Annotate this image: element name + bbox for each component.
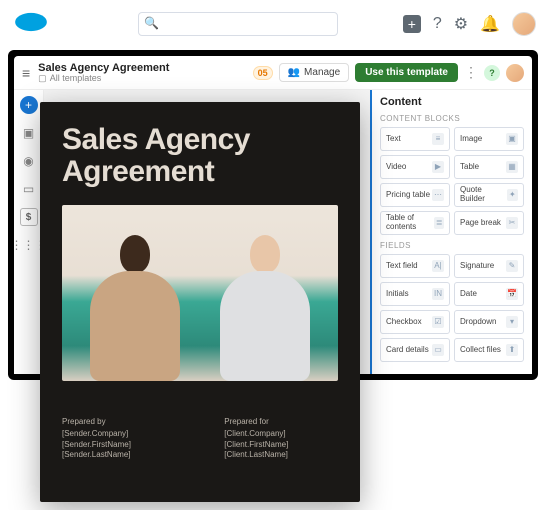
- block-icon: ▦: [506, 161, 518, 173]
- content-block[interactable]: Image ▣: [454, 127, 524, 151]
- block-icon: ✂: [506, 217, 518, 229]
- person-illustration: [80, 221, 190, 381]
- recipient-badge[interactable]: 05: [253, 66, 273, 80]
- hamburger-icon[interactable]: ≡: [22, 65, 30, 81]
- block-icon: 📅: [506, 288, 518, 300]
- user-avatar[interactable]: [512, 12, 536, 36]
- pricing-icon[interactable]: $: [20, 208, 38, 226]
- block-icon: ▭: [432, 344, 444, 356]
- breadcrumb[interactable]: ▢All templates: [38, 74, 169, 84]
- block-icon: ✦: [507, 189, 518, 201]
- content-block[interactable]: Table ▦: [454, 155, 524, 179]
- block-label: Checkbox: [386, 318, 422, 327]
- search-icon: 🔍: [144, 16, 159, 30]
- field-block[interactable]: Dropdown ▾: [454, 310, 524, 334]
- block-icon: ✎: [506, 260, 518, 272]
- document-preview: Sales Agency Agreement Prepared by [Send…: [40, 102, 360, 502]
- field-block[interactable]: Signature ✎: [454, 254, 524, 278]
- variables-icon[interactable]: ▭: [20, 180, 38, 198]
- camera-icon[interactable]: ◉: [20, 152, 38, 170]
- template-title: Sales Agency Agreement: [38, 62, 169, 74]
- block-icon: ☑: [432, 316, 444, 328]
- block-icon: ▾: [506, 316, 518, 328]
- field-block[interactable]: Text field A|: [380, 254, 450, 278]
- person-illustration: [210, 221, 320, 381]
- folder-icon: ▢: [38, 74, 47, 84]
- field-block[interactable]: Initials IN: [380, 282, 450, 306]
- prepared-for: Prepared for [Client.Company] [Client.Fi…: [224, 417, 338, 459]
- help-icon[interactable]: ?: [433, 15, 442, 33]
- use-template-button[interactable]: Use this template: [355, 63, 458, 82]
- block-label: Table of contents: [386, 214, 434, 232]
- content-block[interactable]: Quote Builder✦: [454, 183, 524, 207]
- more-menu-icon[interactable]: ⋮: [464, 64, 478, 81]
- field-block[interactable]: Card details▭: [380, 338, 450, 362]
- block-label: Signature: [460, 262, 494, 271]
- block-icon: ▣: [506, 133, 518, 145]
- block-label: Image: [460, 135, 482, 144]
- global-search: 🔍: [138, 12, 338, 36]
- help-badge[interactable]: ?: [484, 65, 500, 81]
- block-icon: ≡: [432, 133, 444, 145]
- block-icon: ⬆: [506, 344, 518, 356]
- doc-title: Sales Agency Agreement: [62, 124, 338, 187]
- block-icon: IN: [432, 288, 444, 300]
- contacts-icon[interactable]: ▣: [20, 124, 38, 142]
- add-icon[interactable]: +: [403, 15, 421, 33]
- settings-gear-icon[interactable]: ⚙: [454, 14, 468, 34]
- apps-grid-icon[interactable]: ⋮⋮⋮: [20, 236, 38, 254]
- content-block[interactable]: Table of contents≣: [380, 211, 450, 235]
- block-icon: ⋯: [432, 189, 444, 201]
- block-label: Text: [386, 135, 401, 144]
- block-icon: ▶: [432, 161, 444, 173]
- content-block[interactable]: Video ▶: [380, 155, 450, 179]
- field-block[interactable]: Checkbox ☑: [380, 310, 450, 334]
- section-fields: FIELDS: [380, 241, 524, 250]
- notifications-bell-icon[interactable]: 🔔: [480, 14, 500, 34]
- block-label: Card details: [386, 346, 429, 355]
- field-block[interactable]: Date 📅: [454, 282, 524, 306]
- template-header: ≡ Sales Agency Agreement ▢All templates …: [14, 56, 532, 90]
- block-label: Pricing table: [386, 191, 430, 200]
- block-label: Initials: [386, 290, 409, 299]
- block-label: Text field: [386, 262, 418, 271]
- doc-hero-image: [62, 205, 338, 381]
- search-input[interactable]: [138, 12, 338, 36]
- block-label: Quote Builder: [460, 186, 507, 204]
- block-label: Video: [386, 163, 406, 172]
- prepared-by: Prepared by [Sender.Company] [Sender.Fir…: [62, 417, 184, 459]
- section-content-blocks: CONTENT BLOCKS: [380, 114, 524, 123]
- manage-button[interactable]: 👥Manage: [279, 63, 350, 82]
- salesforce-logo: [14, 10, 48, 39]
- content-block[interactable]: Pricing table⋯: [380, 183, 450, 207]
- header-avatar[interactable]: [506, 64, 524, 82]
- block-label: Collect files: [460, 346, 501, 355]
- block-label: Date: [460, 290, 477, 299]
- block-icon: ≣: [434, 217, 444, 229]
- content-block[interactable]: Text ≡: [380, 127, 450, 151]
- people-icon: 👥: [288, 67, 300, 78]
- global-nav: 🔍 + ? ⚙ 🔔: [0, 0, 550, 48]
- add-block-button[interactable]: +: [20, 96, 38, 114]
- content-block[interactable]: Page break ✂: [454, 211, 524, 235]
- block-label: Dropdown: [460, 318, 496, 327]
- block-icon: A|: [432, 260, 444, 272]
- block-label: Table: [460, 163, 479, 172]
- panel-title: Content: [380, 96, 524, 108]
- block-label: Page break: [460, 219, 501, 228]
- content-panel: Content CONTENT BLOCKS Text ≡ Image ▣ Video ▶…: [370, 90, 532, 374]
- field-block[interactable]: Collect files ⬆: [454, 338, 524, 362]
